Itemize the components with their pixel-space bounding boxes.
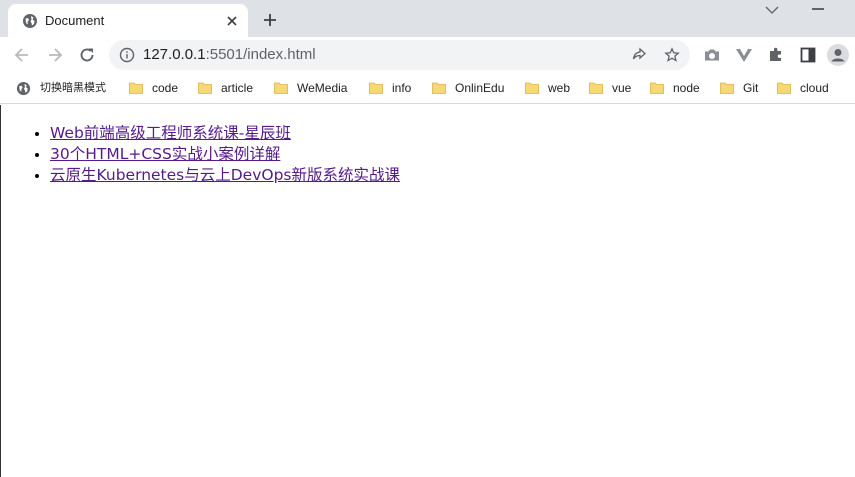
list-item: 云原生Kubernetes与云上DevOps新版系统实战课 bbox=[50, 165, 400, 186]
bookmark-folder[interactable]: article bbox=[198, 73, 253, 103]
bookmark-label: web bbox=[548, 81, 571, 95]
vue-devtools-icon[interactable] bbox=[734, 45, 754, 65]
browser-tab[interactable]: Document bbox=[8, 4, 248, 37]
info-icon[interactable] bbox=[119, 47, 135, 63]
folder-icon bbox=[720, 82, 734, 94]
course-link[interactable]: 云原生Kubernetes与云上DevOps新版系统实战课 bbox=[50, 166, 400, 184]
bookmark-folder[interactable]: code bbox=[129, 73, 178, 103]
bookmark-folder[interactable]: info bbox=[369, 73, 411, 103]
chevron-down-icon[interactable] bbox=[764, 4, 780, 16]
course-link[interactable]: Web前端高级工程师系统课-星辰班 bbox=[50, 124, 291, 142]
forward-icon[interactable] bbox=[45, 45, 65, 65]
url-text[interactable]: 127.0.0.1:5501/index.html bbox=[143, 46, 316, 64]
folder-icon bbox=[650, 82, 664, 94]
browser-toolbar: 127.0.0.1:5501/index.html bbox=[0, 37, 855, 73]
share-icon[interactable] bbox=[631, 47, 647, 63]
sidepanel-icon[interactable] bbox=[798, 45, 818, 65]
page-content: Web前端高级工程师系统课-星辰班 30个HTML+CSS实战小案例详解 云原生… bbox=[0, 105, 855, 477]
back-icon[interactable] bbox=[12, 45, 32, 65]
list-item: 30个HTML+CSS实战小案例详解 bbox=[50, 144, 400, 165]
minimize-icon[interactable] bbox=[812, 8, 824, 10]
folder-icon bbox=[525, 82, 539, 94]
profile-icon[interactable] bbox=[827, 44, 849, 66]
new-tab-icon[interactable] bbox=[260, 10, 280, 30]
link-list: Web前端高级工程师系统课-星辰班 30个HTML+CSS实战小案例详解 云原生… bbox=[50, 123, 400, 186]
globe-icon bbox=[23, 14, 37, 28]
folder-icon bbox=[369, 82, 383, 94]
bookmark-folder[interactable]: WeMedia bbox=[274, 73, 347, 103]
camera-icon[interactable] bbox=[702, 45, 722, 65]
bookmark-label: WeMedia bbox=[297, 81, 348, 95]
bookmark-label: vue bbox=[612, 81, 632, 95]
tab-strip: Document bbox=[0, 0, 855, 37]
bookmark-folder[interactable]: Git bbox=[720, 73, 758, 103]
bookmark-label: OnlinEdu bbox=[455, 81, 505, 95]
folder-icon bbox=[274, 82, 288, 94]
folder-icon bbox=[777, 82, 791, 94]
reload-icon[interactable] bbox=[77, 45, 97, 65]
bookmark-folder[interactable]: node bbox=[650, 73, 700, 103]
bookmark-label: Git bbox=[743, 81, 759, 95]
course-link[interactable]: 30个HTML+CSS实战小案例详解 bbox=[50, 145, 280, 163]
address-bar[interactable]: 127.0.0.1:5501/index.html bbox=[109, 40, 690, 70]
bookmark-label: code bbox=[152, 81, 179, 95]
bookmark-label: node bbox=[673, 81, 700, 95]
list-item: Web前端高级工程师系统课-星辰班 bbox=[50, 123, 400, 144]
bookmarks-bar: 切换暗黑模式 code article WeMedia info OnlinEd… bbox=[0, 73, 855, 104]
bookmark-folder[interactable]: OnlinEdu bbox=[432, 73, 504, 103]
url-path: :5501/index.html bbox=[205, 46, 316, 63]
close-icon[interactable] bbox=[224, 13, 240, 29]
tab-title: Document bbox=[45, 13, 105, 28]
bookmark-label: article bbox=[221, 81, 254, 95]
bookmark-folder[interactable]: web bbox=[525, 73, 570, 103]
folder-icon bbox=[129, 82, 143, 94]
bookmark-label: info bbox=[392, 81, 412, 95]
url-host: 127.0.0.1 bbox=[143, 46, 206, 63]
bookmark-folder[interactable]: vue bbox=[589, 73, 631, 103]
bookmark-label: 切换暗黑模式 bbox=[40, 82, 106, 94]
star-icon[interactable] bbox=[664, 47, 680, 63]
bookmark-folder[interactable]: cloud bbox=[777, 73, 829, 103]
bookmark-item[interactable]: 切换暗黑模式 bbox=[16, 73, 106, 103]
folder-icon bbox=[198, 82, 212, 94]
extensions-icon[interactable] bbox=[766, 45, 786, 65]
bookmark-label: cloud bbox=[800, 81, 829, 95]
globe-icon bbox=[16, 81, 31, 95]
folder-icon bbox=[589, 82, 603, 94]
folder-icon bbox=[432, 82, 446, 94]
